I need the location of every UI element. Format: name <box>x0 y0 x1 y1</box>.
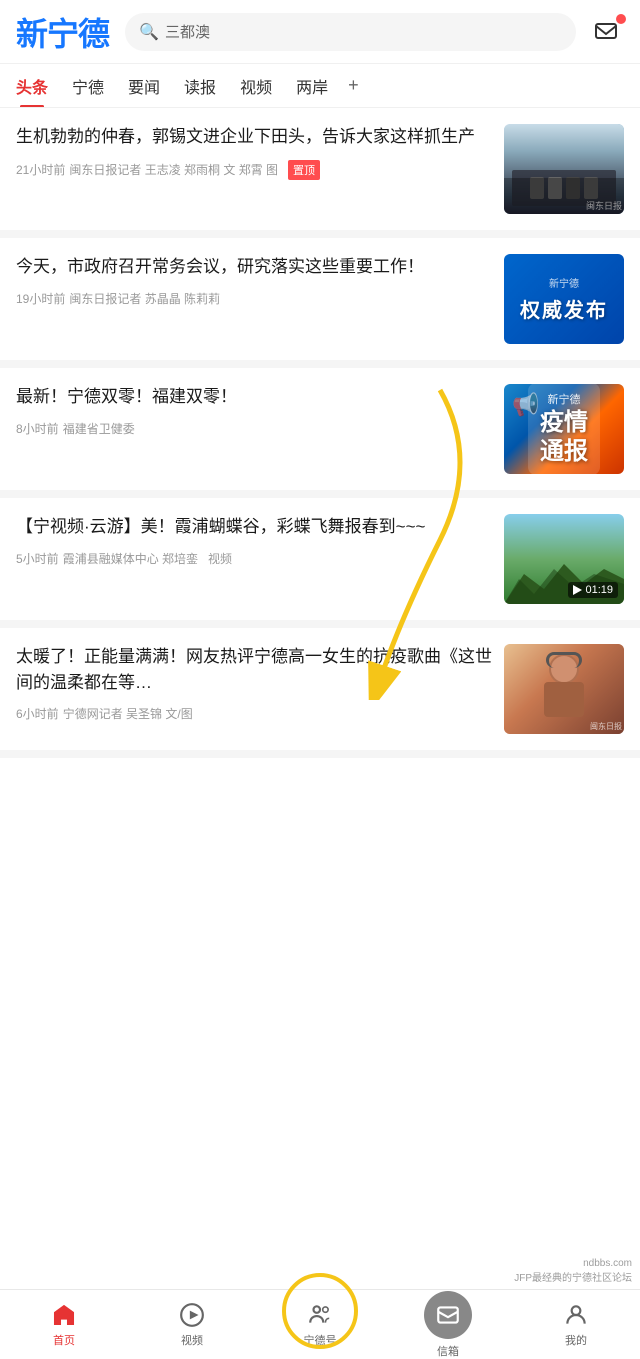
news-thumb-5: 闽东日报 <box>504 644 624 734</box>
news-content-3: 最新！宁德双零！福建双零！ 8小时前 福建省卫健委 <box>16 384 504 437</box>
tab-important[interactable]: 要闻 <box>116 64 172 108</box>
thumb-logo: 新宁德 <box>549 275 579 290</box>
bottom-nav-home-label: 首页 <box>53 1332 75 1348</box>
news-title-4: 【宁视频·云游】美！霞浦蝴蝶谷，彩蝶飞舞报春到~~~ <box>16 514 492 540</box>
news-source-2: 闽东日报记者 苏晶晶 陈莉莉 <box>69 290 220 307</box>
bottom-nav-profile-label: 我的 <box>565 1332 587 1348</box>
notification-dot <box>616 14 626 24</box>
news-content-1: 生机勃勃的仲春，郭锡文进企业下田头，告诉大家这样抓生产 21小时前 闽东日报记者… <box>16 124 504 180</box>
bottom-nav-inbox-label: 信箱 <box>437 1343 459 1359</box>
search-bar[interactable]: 🔍 三都澳 <box>125 13 576 51</box>
tab-more[interactable]: + <box>340 75 367 96</box>
bottom-nav-ningde[interactable]: 宁德号 <box>256 1302 384 1348</box>
thumb-text: 权威发布 <box>520 294 608 323</box>
bottom-nav-ningde-label: 宁德号 <box>304 1332 337 1348</box>
video-duration: 01:19 <box>568 582 618 598</box>
video-type-label: 视频 <box>208 550 232 567</box>
watermark-line2: JFP最经典的宁德社区论坛 <box>514 1269 632 1284</box>
header: 新宁德 🔍 三都澳 <box>0 0 640 64</box>
news-time-2: 19小时前 <box>16 290 65 307</box>
nav-tabs: 头条 宁德 要闻 读报 视频 两岸 + <box>0 64 640 108</box>
news-thumb-4: 01:19 <box>504 514 624 604</box>
news-time-4: 5小时前 <box>16 550 59 567</box>
news-title-1: 生机勃勃的仲春，郭锡文进企业下田头，告诉大家这样抓生产 <box>16 124 492 150</box>
news-title-5: 太暖了！正能量满满！网友热评宁德高一女生的抗疫歌曲《这世间的温柔都在等… <box>16 644 492 695</box>
bottom-nav-video-label: 视频 <box>181 1332 203 1348</box>
watermark-line1: ndbbs.com <box>514 1258 632 1269</box>
news-content-2: 今天，市政府召开常务会议，研究落实这些重要工作！ 19小时前 闽东日报记者 苏晶… <box>16 254 504 307</box>
news-item-4[interactable]: 【宁视频·云游】美！霞浦蝴蝶谷，彩蝶飞舞报春到~~~ 5小时前 霞浦县融媒体中心… <box>0 498 640 628</box>
news-thumb-3: 新宁德 疫情 通报 📢 <box>504 384 624 474</box>
video-nav-icon <box>179 1302 205 1328</box>
inbox-circle <box>424 1291 472 1339</box>
user-icon <box>563 1302 589 1328</box>
news-source-4: 霞浦县融媒体中心 郑培銮 <box>63 550 198 567</box>
news-time-5: 6小时前 <box>16 705 59 722</box>
news-title-2: 今天，市政府召开常务会议，研究落实这些重要工作！ <box>16 254 492 280</box>
news-content-4: 【宁视频·云游】美！霞浦蝴蝶谷，彩蝶飞舞报春到~~~ 5小时前 霞浦县融媒体中心… <box>16 514 504 567</box>
inbox-icon <box>435 1302 461 1328</box>
play-icon <box>573 585 582 595</box>
tab-newspaper[interactable]: 读报 <box>172 64 228 108</box>
search-icon: 🔍 <box>139 22 159 42</box>
news-badge-1: 置顶 <box>288 160 320 180</box>
news-content-5: 太暖了！正能量满满！网友热评宁德高一女生的抗疫歌曲《这世间的温柔都在等… 6小时… <box>16 644 504 722</box>
bottom-nav-home[interactable]: 首页 <box>0 1302 128 1348</box>
bottom-nav: 首页 视频 宁德号 信箱 <box>0 1289 640 1359</box>
news-meta-5: 6小时前 宁德网记者 吴圣锦 文/图 <box>16 705 492 722</box>
watermark: ndbbs.com JFP最经典的宁德社区论坛 <box>514 1258 632 1284</box>
news-item-2[interactable]: 今天，市政府召开常务会议，研究落实这些重要工作！ 19小时前 闽东日报记者 苏晶… <box>0 238 640 368</box>
news-source-5: 宁德网记者 吴圣锦 文/图 <box>63 705 193 722</box>
news-title-3: 最新！宁德双零！福建双零！ <box>16 384 492 410</box>
news-item-1[interactable]: 生机勃勃的仲春，郭锡文进企业下田头，告诉大家这样抓生产 21小时前 闽东日报记者… <box>0 108 640 238</box>
tab-cross-strait[interactable]: 两岸 <box>284 64 340 108</box>
news-time-3: 8小时前 <box>16 420 59 437</box>
news-source-3: 福建省卫健委 <box>63 420 135 437</box>
news-thumb-2: 新宁德 权威发布 <box>504 254 624 344</box>
news-meta-2: 19小时前 闽东日报记者 苏晶晶 陈莉莉 <box>16 290 492 307</box>
app-logo: 新宁德 <box>16 9 109 55</box>
news-meta-3: 8小时前 福建省卫健委 <box>16 420 492 437</box>
news-meta-4: 5小时前 霞浦县融媒体中心 郑培銮 视频 <box>16 550 492 567</box>
bottom-nav-profile[interactable]: 我的 <box>512 1302 640 1348</box>
tab-headline[interactable]: 头条 <box>4 64 60 108</box>
news-time-1: 21小时前 <box>16 161 65 178</box>
news-thumb-1: 闽东日报 <box>504 124 624 214</box>
bottom-nav-video[interactable]: 视频 <box>128 1302 256 1348</box>
bottom-nav-inbox[interactable]: 信箱 <box>384 1291 512 1359</box>
people-icon <box>307 1302 333 1328</box>
news-source-1: 闽东日报记者 王志凌 郑雨桐 文 郑霄 图 <box>69 161 278 178</box>
news-meta-1: 21小时前 闽东日报记者 王志凌 郑雨桐 文 郑霄 图 置顶 <box>16 160 492 180</box>
tab-ningde[interactable]: 宁德 <box>60 64 116 108</box>
home-icon <box>51 1302 77 1328</box>
news-item-3[interactable]: 最新！宁德双零！福建双零！ 8小时前 福建省卫健委 新宁德 疫情 通报 📢 <box>0 368 640 498</box>
news-item-5[interactable]: 太暖了！正能量满满！网友热评宁德高一女生的抗疫歌曲《这世间的温柔都在等… 6小时… <box>0 628 640 758</box>
search-input[interactable]: 三都澳 <box>165 21 210 42</box>
tab-video[interactable]: 视频 <box>228 64 284 108</box>
